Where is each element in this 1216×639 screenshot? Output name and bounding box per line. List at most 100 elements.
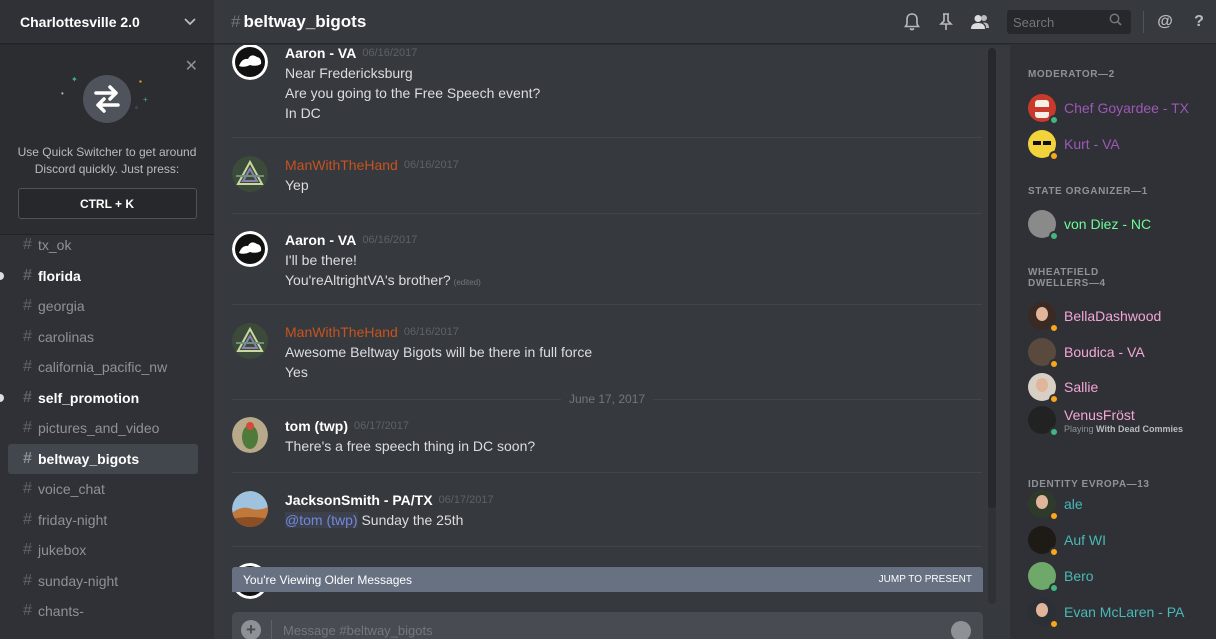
user-mention[interactable]: @tom (twp) — [285, 512, 358, 528]
member-item[interactable]: BellaDashwood — [1028, 301, 1161, 333]
message-text: In DC — [285, 105, 321, 121]
search-box[interactable] — [1007, 10, 1131, 34]
avatar[interactable] — [232, 417, 268, 453]
channel-label: friday-night — [38, 511, 108, 528]
close-icon[interactable]: ✕ — [185, 56, 198, 76]
message-text: Awesome Beltway Bigots will be there in … — [285, 344, 593, 360]
message-text: Near Fredericksburg — [285, 65, 413, 81]
bell-icon[interactable] — [895, 13, 929, 31]
channel-label: sunday-night — [38, 572, 119, 589]
message-composer: + — [232, 612, 983, 639]
scrollbar-thumb[interactable] — [988, 48, 996, 508]
member-name: ale — [1064, 496, 1083, 512]
channel-jukebox[interactable]: # jukebox — [8, 535, 198, 566]
jump-to-present-button[interactable]: JUMP TO PRESENT — [879, 574, 972, 585]
server-header[interactable]: Charlottesville 2.0 — [0, 0, 214, 44]
hash-icon: # — [23, 602, 32, 620]
timestamp: 06/16/2017 — [362, 46, 418, 59]
member-name: Sallie — [1064, 379, 1099, 395]
message-input[interactable] — [283, 623, 923, 638]
search-icon — [1109, 13, 1122, 31]
avatar[interactable] — [232, 491, 268, 527]
member-item[interactable]: VenusFröst Playing With Dead Commies — [1028, 405, 1183, 437]
date-divider-line — [232, 398, 561, 400]
channel-carolinas[interactable]: # carolinas — [8, 322, 198, 353]
avatar — [1028, 373, 1059, 404]
author-name[interactable]: Aaron - VA — [285, 232, 356, 248]
member-list-icon[interactable] — [963, 14, 997, 30]
member-name: Kurt - VA — [1064, 136, 1120, 152]
avatar[interactable] — [232, 323, 268, 359]
role-header: MODERATOR—2 — [1028, 69, 1115, 80]
timestamp: 06/17/2017 — [438, 493, 494, 506]
server-name: Charlottesville 2.0 — [20, 13, 140, 30]
timestamp: 06/17/2017 — [353, 419, 410, 432]
avatar — [1028, 598, 1059, 629]
message-text: Sunday the 25th — [361, 512, 464, 528]
message-text: You'reAltrightVA's brother? — [285, 272, 451, 288]
help-icon[interactable]: ? — [1182, 13, 1216, 31]
message-divider — [232, 472, 982, 473]
composer-divider — [271, 620, 272, 639]
status-indicator — [1049, 547, 1059, 557]
pin-icon[interactable] — [929, 13, 963, 31]
header-toolbar: @ ? — [895, 0, 1216, 44]
channel-georgia[interactable]: # georgia — [8, 291, 198, 322]
member-item[interactable]: Auf WI — [1028, 525, 1106, 557]
upload-plus-icon[interactable]: + — [241, 620, 261, 639]
channel-pictures-and-video[interactable]: # pictures_and_video — [8, 413, 198, 444]
avatar — [1028, 338, 1059, 369]
channel-self-promotion[interactable]: # self_promotion — [0, 383, 198, 414]
member-item[interactable]: Chef Goyardee - TX — [1028, 93, 1190, 125]
member-name: von Diez - NC — [1064, 216, 1152, 232]
emoji-icon[interactable] — [951, 621, 971, 639]
hash-icon: # — [23, 541, 32, 559]
member-item[interactable]: von Diez - NC — [1028, 209, 1152, 241]
chevron-down-icon[interactable] — [184, 15, 196, 29]
channel-label: tx_ok — [38, 237, 72, 254]
avatar — [1028, 562, 1059, 593]
channel-chants[interactable]: # chants- — [8, 596, 198, 627]
channel-voice-chat[interactable]: # voice_chat — [8, 474, 198, 505]
status-indicator — [1049, 394, 1059, 404]
channel-label: pictures_and_video — [38, 420, 160, 437]
channel-beltway-bigots[interactable]: # beltway_bigots — [8, 443, 198, 474]
channel-list: # tx_ok # florida # georgia # carolinas # cal… — [0, 230, 214, 627]
avatar[interactable] — [232, 45, 268, 80]
author-name[interactable]: JacksonSmith - PA/TX — [285, 492, 433, 508]
author-name[interactable]: ManWithTheHand — [285, 324, 398, 340]
member-name: Chef Goyardee - TX — [1064, 100, 1190, 116]
hash-icon: # — [23, 327, 32, 345]
search-input[interactable] — [1013, 14, 1109, 30]
author-name[interactable]: Aaron - VA — [285, 45, 356, 61]
member-item[interactable]: Bero — [1028, 561, 1094, 593]
message-text: Are you going to the Free Speech event? — [285, 85, 541, 101]
avatar[interactable] — [232, 231, 268, 267]
member-item[interactable]: Evan McLaren - PA — [1028, 597, 1184, 629]
edited-tag: (edited) — [453, 278, 481, 287]
author-name[interactable]: ManWithTheHand — [285, 157, 398, 173]
author-name[interactable]: tom (twp) — [285, 418, 348, 434]
member-item[interactable]: Kurt - VA — [1028, 129, 1120, 161]
message-text: I'll be there! — [285, 252, 357, 268]
channel-california-pacific-nw[interactable]: # california_pacific_nw — [8, 352, 198, 383]
hash-icon: # — [23, 266, 32, 284]
channel-sunday-night[interactable]: # sunday-night — [8, 566, 198, 597]
member-item[interactable]: ale — [1028, 489, 1083, 521]
message-group: Aaron - VA 06/16/2017 I'll be there! You'… — [232, 231, 982, 293]
member-list: MODERATOR—2 Chef Goyardee - TX Kurt - VA ST… — [1010, 45, 1216, 639]
channel-friday-night[interactable]: # friday-night — [8, 505, 198, 536]
avatar[interactable] — [232, 156, 268, 192]
member-item[interactable]: Boudica - VA — [1028, 337, 1145, 369]
member-name: Boudica - VA — [1064, 344, 1145, 360]
member-name: VenusFröst — [1064, 406, 1135, 423]
member-name: Bero — [1064, 568, 1094, 584]
channel-label: voice_chat — [38, 481, 105, 498]
avatar — [1028, 210, 1059, 241]
mentions-icon[interactable]: @ — [1148, 13, 1182, 31]
hash-icon: # — [23, 571, 32, 589]
message-scrollbar[interactable] — [988, 48, 996, 604]
channel-florida[interactable]: # florida — [0, 261, 198, 292]
status-indicator — [1049, 427, 1059, 437]
member-item[interactable]: Sallie — [1028, 372, 1099, 404]
